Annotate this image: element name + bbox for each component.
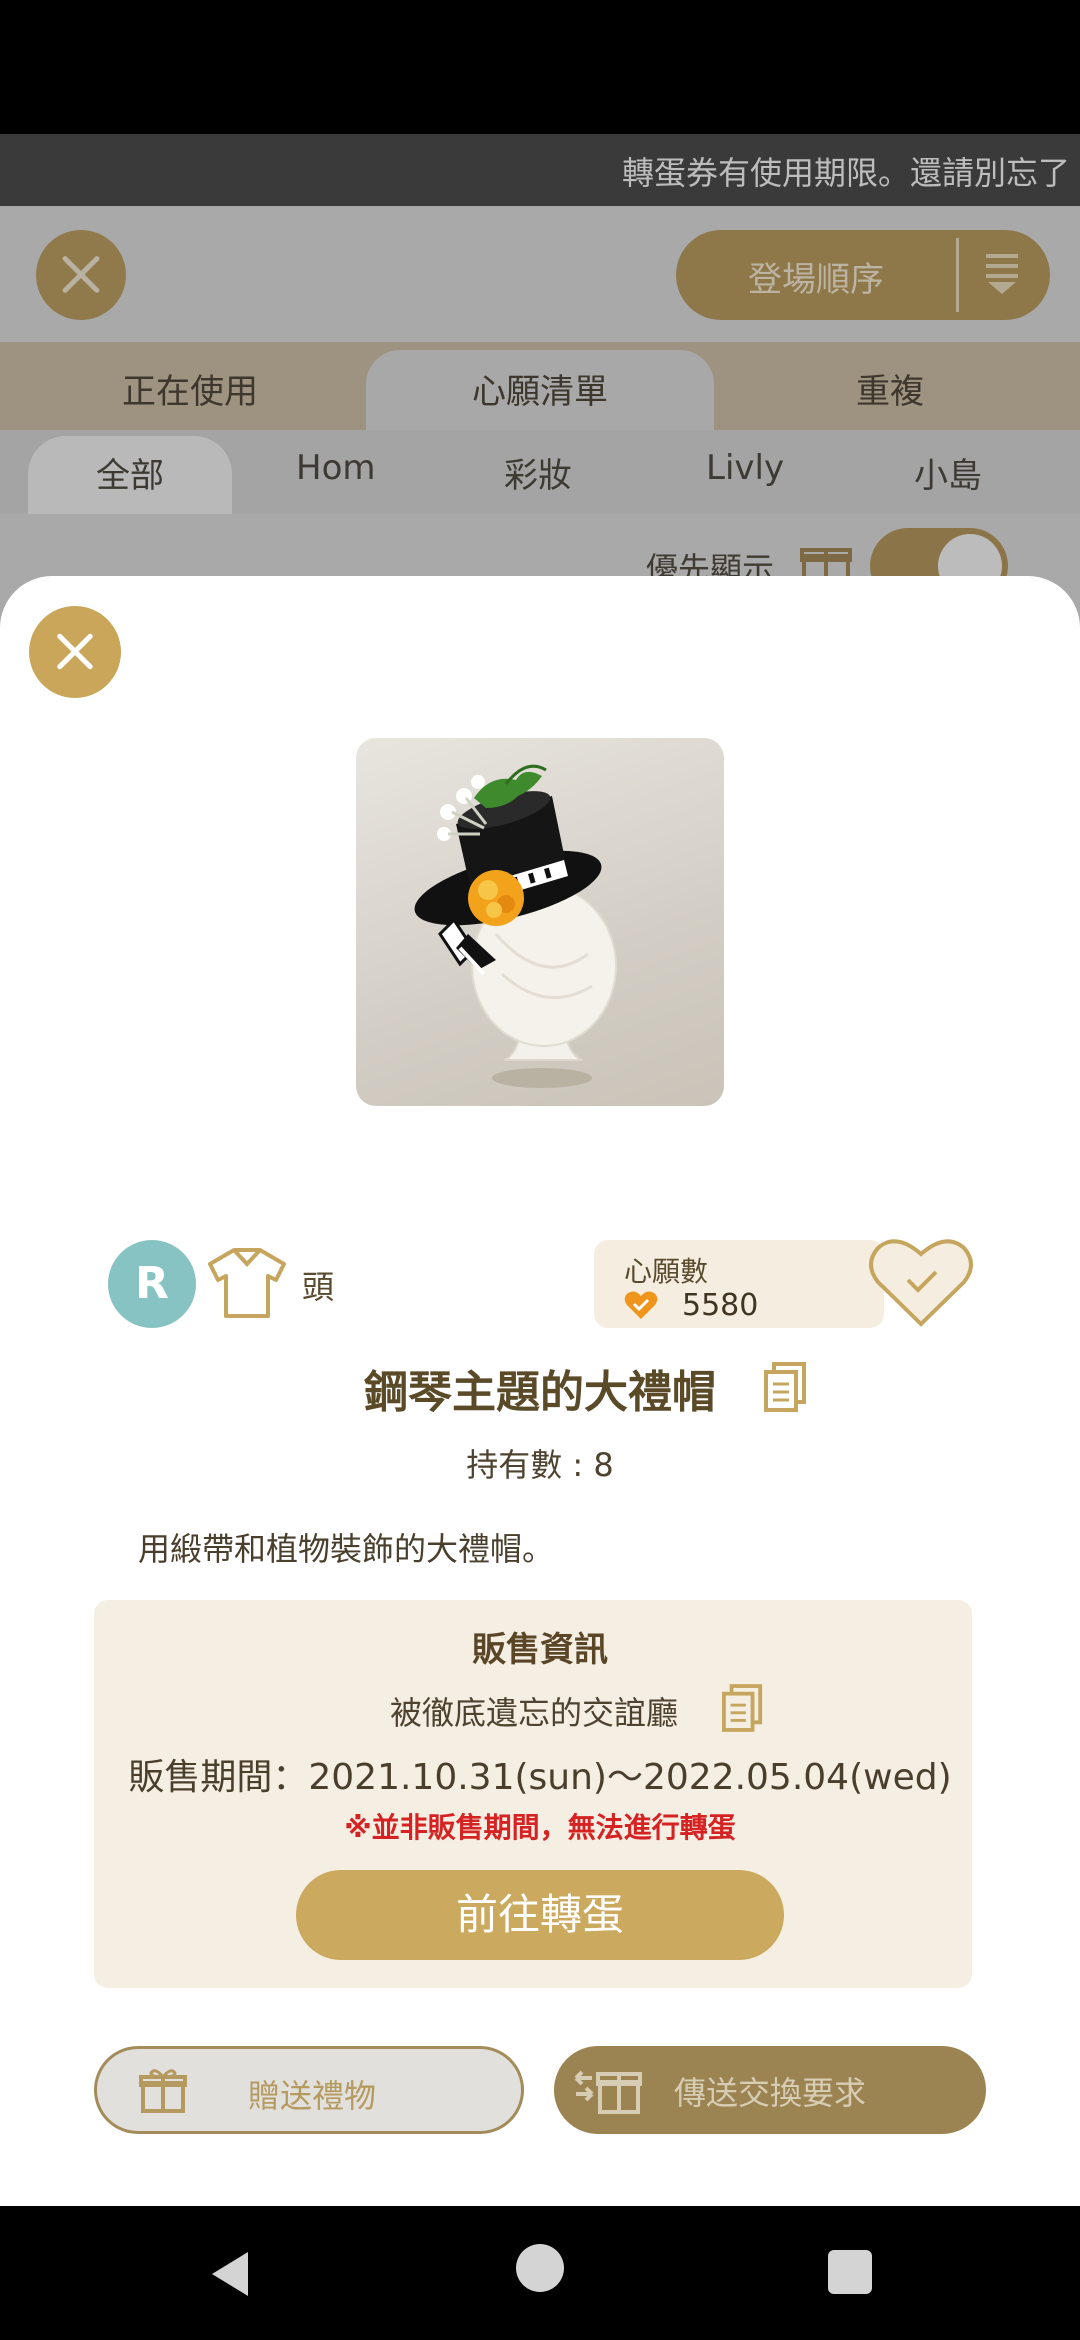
trade-request-button[interactable]: 傳送交換要求 [554,2046,986,2134]
sale-warning: ※並非販售期間，無法進行轉蛋 [344,1811,736,1844]
copy-icon[interactable] [722,1684,764,1732]
tab-duplicate: 重複 [856,372,924,412]
home-icon[interactable] [516,2244,564,2292]
tab-in-use: 正在使用 [122,372,258,412]
copy-icon[interactable] [764,1362,808,1412]
subtab-livly: Livly [706,448,785,488]
sale-place: 被徹底遺忘的交誼廳 [390,1694,679,1732]
heart-check-icon [624,1291,658,1319]
background-close-button [36,230,126,320]
trade-request-label: 傳送交換要求 [673,2074,866,2112]
tab-wishlist: 心願清單 [472,372,608,412]
subtab-island: 小島 [914,456,982,496]
wishlist-heart-icon[interactable] [868,1236,974,1328]
sale-period: 販售期間：2021.10.31(sun)～2022.05.04(wed) [128,1757,952,1798]
notice-text: 轉蛋券有使用期限。還請別忘了 [622,154,1071,192]
recent-apps-icon[interactable] [828,2250,872,2294]
top-hat-illustration [414,764,617,1088]
shirt-icon [208,1248,286,1318]
sort-divider [956,238,959,312]
sort-label: 登場順序 [748,260,884,300]
send-gift-button[interactable]: 贈送禮物 [94,2046,524,2134]
close-button[interactable] [29,606,121,698]
item-name: 鋼琴主題的大禮帽 [364,1367,716,1418]
status-bar [0,0,1080,134]
subtab-home: Hom [296,448,376,488]
sort-icon [986,254,1018,294]
wish-label: 心願數 [624,1255,709,1288]
item-description: 用緞帶和植物裝飾的大禮帽。 [138,1530,555,1568]
sale-info-title: 販售資訊 [472,1630,608,1670]
owned-count: 持有數 : 8 [466,1446,614,1484]
go-to-gacha-button[interactable]: 前往轉蛋 [296,1870,784,1960]
back-icon[interactable] [204,2246,260,2302]
sort-dropdown: 登場順序 [676,230,1050,320]
subtab-makeup: 彩妝 [504,456,572,496]
wish-count: 5580 [682,1288,759,1323]
subtab-all: 全部 [96,456,164,496]
rarity-badge: R [108,1240,196,1328]
send-gift-label: 贈送禮物 [247,2077,376,2115]
item-image [356,738,724,1106]
category-label: 頭 [302,1268,335,1306]
notice-banner: 轉蛋券有使用期限。還請別忘了 [0,134,1080,206]
